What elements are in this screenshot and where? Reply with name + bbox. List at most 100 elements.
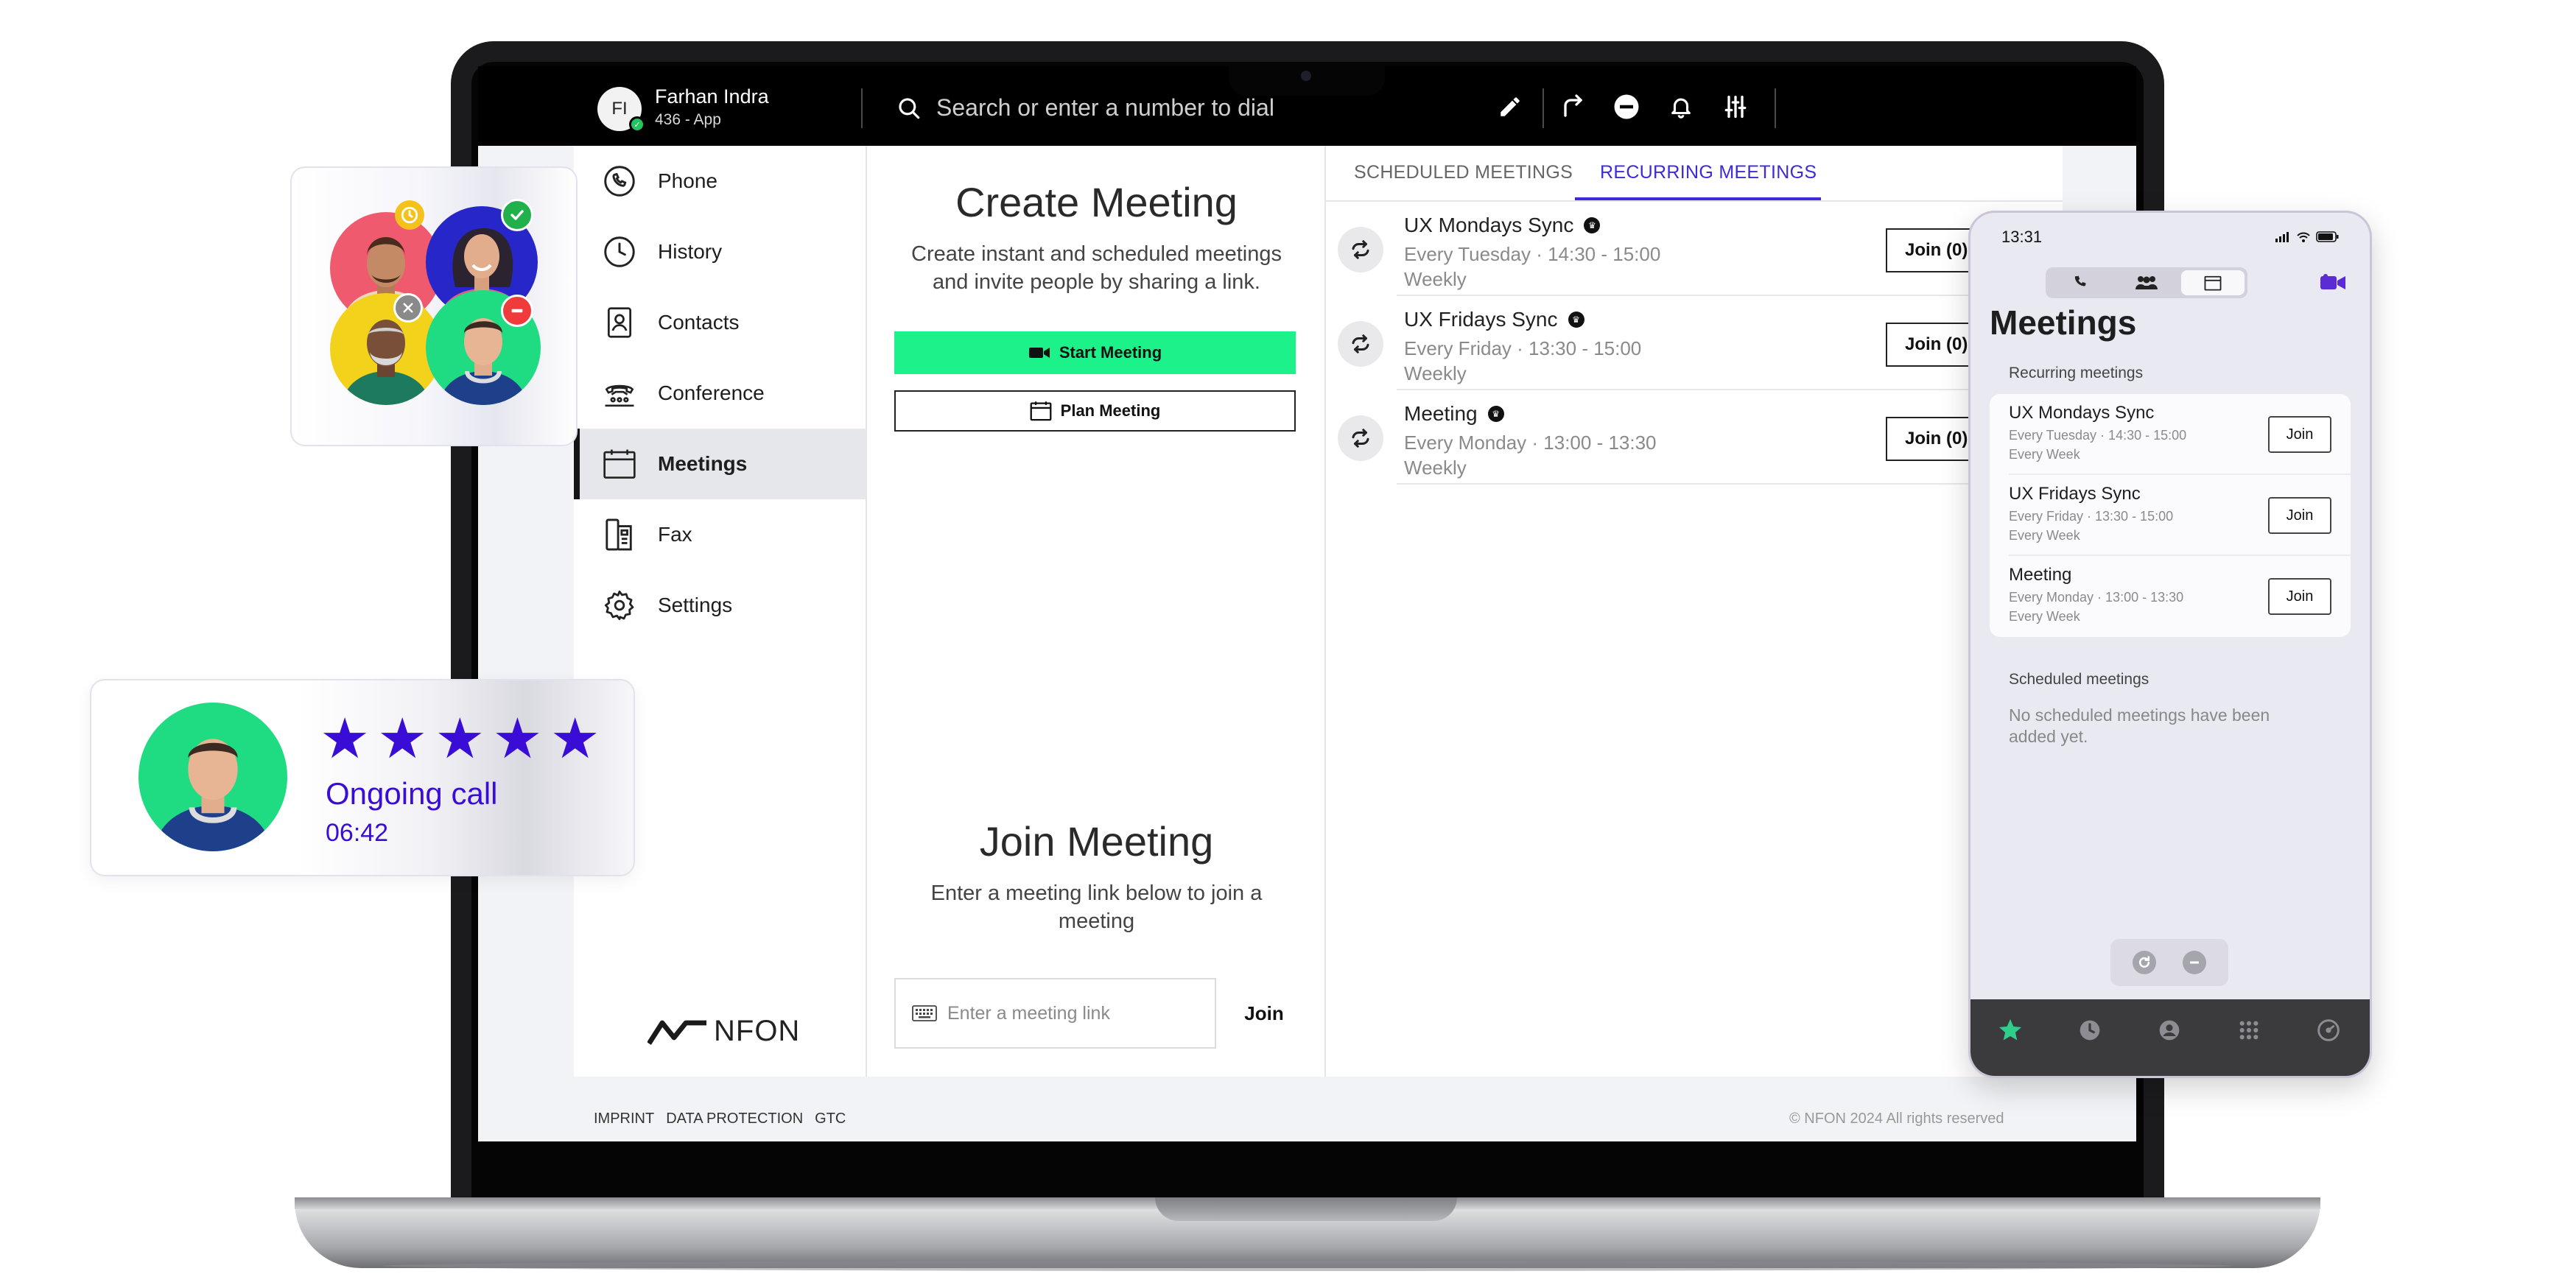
sidebar-item-phone[interactable]: Phone [574,146,866,217]
sidebar-item-settings[interactable]: Settings [574,570,866,641]
recurring-icon [1338,227,1383,272]
meeting-frequency: Weekly [1404,268,1467,290]
phone-icon [2074,275,2086,286]
history-clock-icon[interactable] [2075,1016,2105,1045]
start-meeting-button[interactable]: Start Meeting [894,331,1296,374]
contacts-person-icon[interactable] [2155,1016,2184,1045]
call-status: Ongoing call [326,776,498,811]
mobile-phone-tab[interactable] [2049,270,2112,295]
clock-icon [602,234,637,270]
call-timer: 06:42 [326,819,389,847]
star-icon: ★ [492,708,543,770]
empty-state-text: No scheduled meetings have been added ye… [2009,705,2270,746]
list-item[interactable]: Meeting Every Monday · 13:00 - 13:30 Eve… [1990,556,2351,637]
divider [1543,88,1544,128]
star-icon: ★ [320,708,371,770]
ongoing-call-card[interactable]: ★ ★ ★ ★ ★ Ongoing call 06:42 [90,679,635,876]
list-item[interactable]: Meeting ♛ Every Monday · 13:00 - 13:30 We… [1326,390,2063,485]
imprint-link[interactable]: IMPRINT [594,1111,654,1127]
mobile-page-title: Meetings [1990,303,2137,342]
divider [861,88,863,128]
do-not-disturb-icon[interactable] [2183,951,2206,974]
join-button[interactable]: Join [2268,578,2331,615]
sidebar-item-history[interactable]: History [574,217,866,287]
presence-available-badge: ✓ [629,116,645,133]
meeting-frequency: Weekly [1404,457,1467,479]
call-forward-icon[interactable] [2133,951,2156,974]
footer: IMPRINT DATA PROTECTION GTC © NFON 2024 … [478,1077,2136,1141]
meeting-frequency: Every Week [2009,528,2080,543]
dialpad-icon[interactable] [2234,1016,2264,1045]
owner-crown-icon: ♛ [1568,312,1584,328]
start-meeting-label: Start Meeting [1059,343,1162,362]
create-meeting-description: Create instant and scheduled meetings an… [911,242,1282,294]
meeting-title: Meeting ♛ [1404,402,1504,426]
list-item[interactable]: UX Mondays Sync ♛ Every Tuesday · 14:30 -… [1326,202,2063,296]
mobile-conference-tab[interactable] [2115,270,2178,295]
status-time: 13:31 [2001,228,2043,246]
settings-dashboard-icon[interactable] [2314,1016,2343,1045]
sidebar-item-label: Fax [658,523,692,546]
sidebar-item-contacts[interactable]: Contacts [574,287,866,358]
sidebar-item-label: Phone [658,169,717,192]
sidebar-item-fax[interactable]: Fax [574,499,866,570]
meeting-tabs: SCHEDULED MEETINGS RECURRING MEETINGS [1326,146,2063,202]
mobile-meetings-tab[interactable] [2181,270,2245,295]
plan-meeting-label: Plan Meeting [1060,401,1161,420]
gear-icon [602,588,637,623]
meeting-title: UX Fridays Sync ♛ [1404,308,1584,331]
list-item[interactable]: UX Fridays Sync Every Friday · 13:30 - 1… [1990,475,2351,556]
phone-icon [602,163,637,199]
video-camera-icon[interactable] [2320,272,2346,294]
laptop-shadow [383,1261,2232,1271]
meeting-frequency: Every Week [2009,447,2080,462]
join-meeting-description: Enter a meeting link below to join a mee… [930,881,1263,933]
favorites-star-icon[interactable] [1996,1016,2025,1045]
do-not-disturb-icon[interactable] [1612,93,1640,121]
list-item[interactable]: UX Fridays Sync ♛ Every Friday · 13:30 - … [1326,296,2063,390]
sidebar-item-meetings[interactable]: Meetings [574,429,866,499]
meeting-actions-panel: Create Meeting Create instant and schedu… [867,146,1326,1077]
list-item[interactable]: UX Mondays Sync Every Tuesday · 14:30 - … [1990,394,2351,475]
meeting-frequency: Weekly [1404,362,1467,384]
user-name[interactable]: Farhan Indra [655,85,769,108]
nfon-logo-text: NFON [714,1015,801,1047]
tab-recurring-meetings[interactable]: RECURRING MEETINGS [1600,162,1817,183]
star-icon: ★ [377,708,428,770]
recurring-icon [1338,415,1383,461]
app-window: FI ✓ Farhan Indra 436 - App Phon [478,66,2136,1141]
gtc-link[interactable]: GTC [815,1111,846,1127]
contact-card-icon [602,305,637,340]
calendar-icon [602,446,637,482]
calendar-icon [1030,401,1052,421]
owner-crown-icon: ♛ [1487,406,1504,422]
meeting-link-field[interactable] [894,978,1216,1049]
mobile-tab-bar [1970,999,2370,1076]
sliders-icon[interactable] [1722,93,1749,121]
sidebar-item-label: Conference [658,381,765,404]
available-check-icon [501,199,533,231]
data-protection-link[interactable]: DATA PROTECTION [666,1111,803,1127]
sidebar-item-label: Contacts [658,311,740,334]
status-bar-icons [2275,231,2339,242]
join-meeting-button[interactable]: Join [1231,993,1297,1034]
edit-pen-icon[interactable] [1496,93,1524,121]
create-meeting-title: Create Meeting [955,179,1238,225]
join-button[interactable]: Join [2268,497,2331,534]
search-input[interactable] [936,91,1415,124]
meeting-link-input[interactable] [947,1002,1205,1024]
away-clock-icon [395,200,424,230]
meeting-schedule: Every Monday · 13:00 - 13:30 [1404,432,1657,454]
join-button[interactable]: Join [2268,416,2331,453]
sidebar-item-conference[interactable]: Conference [574,358,866,429]
mobile-app: 13:31 Meetings Recurring meetings UX Mon… [1968,211,2372,1078]
call-forward-icon[interactable] [1558,93,1586,121]
plan-meeting-button[interactable]: Plan Meeting [894,390,1296,432]
mobile-view-switcher [2046,267,2247,298]
tab-scheduled-meetings[interactable]: SCHEDULED MEETINGS [1354,162,1573,183]
recurring-section-label: Recurring meetings [2009,365,2144,381]
star-icon: ★ [435,708,485,770]
divider [1775,88,1776,128]
laptop-bezel-bottom [471,1141,2144,1197]
bell-icon[interactable] [1667,93,1695,121]
